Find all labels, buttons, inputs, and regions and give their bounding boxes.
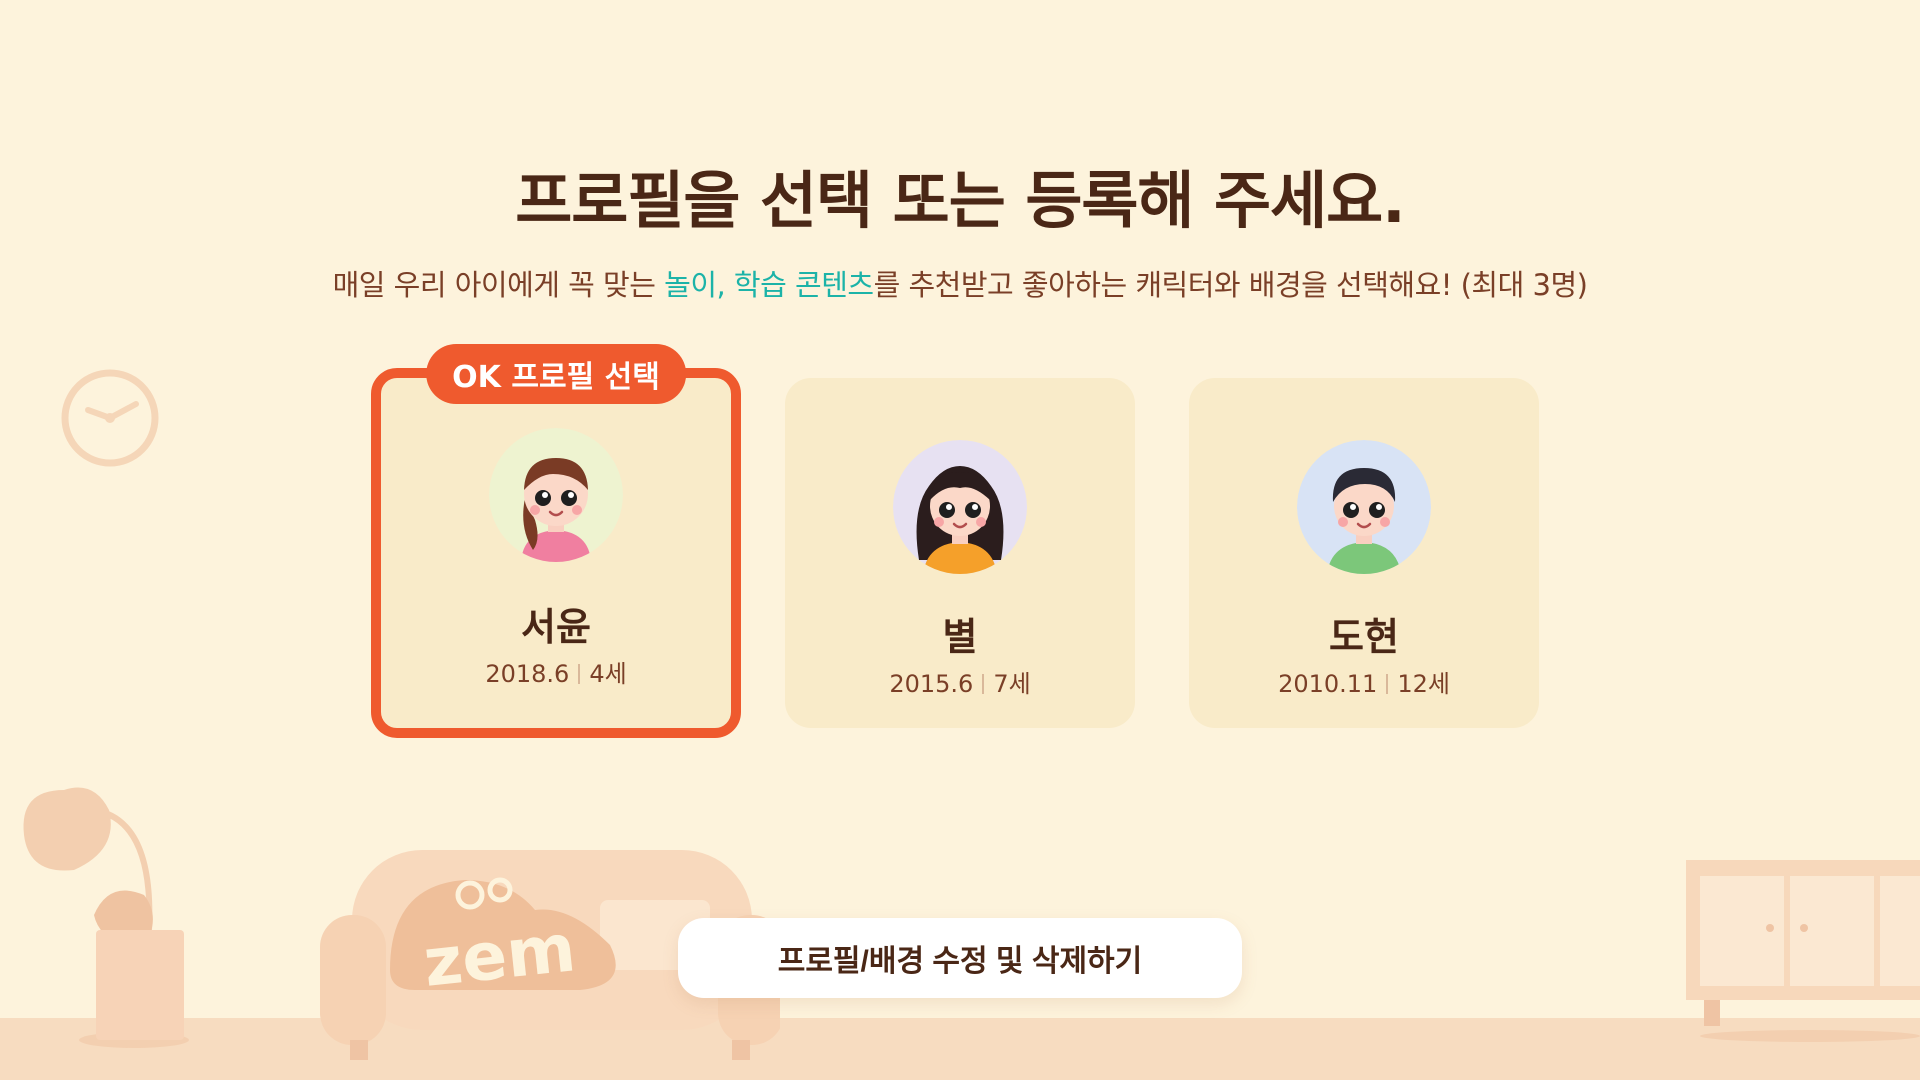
zem-logo: zem [420, 909, 579, 1001]
cabinet-icon [1686, 860, 1920, 1042]
boy-avatar-icon [1297, 440, 1431, 574]
profile-name: 서윤 [521, 605, 591, 649]
edit-profile-background-button[interactable]: 프로필/배경 수정 및 삭제하기 [678, 918, 1242, 998]
profile-name: 별 [942, 615, 978, 659]
profile-card-byeol[interactable]: 별 2015.6 7세 [785, 378, 1135, 728]
profile-birth: 2015.6 [889, 670, 974, 698]
profile-meta: 2018.6 4세 [381, 654, 731, 689]
profile-birth: 2018.6 [485, 660, 570, 688]
profile-meta: 2015.6 7세 [785, 664, 1135, 699]
girl-pigtail-avatar-icon [489, 428, 623, 562]
profile-meta: 2010.11 12세 [1189, 664, 1539, 699]
profile-age: 12세 [1397, 670, 1450, 698]
subtitle-highlight: 놀이, 학습 콘텐츠 [664, 268, 874, 302]
page-title: 프로필을 선택 또는 등록해 주세요. [515, 164, 1405, 237]
page-subtitle: 매일 우리 아이에게 꼭 맞는 놀이, 학습 콘텐츠를 추천받고 좋아하는 캐릭… [0, 262, 1920, 304]
floor [0, 1018, 1920, 1080]
profile-card-dohyeon[interactable]: 도현 2010.11 12세 [1189, 378, 1539, 728]
select-profile-badge: OK 프로필 선택 [426, 344, 686, 404]
girl-long-hair-avatar-icon [893, 440, 1027, 574]
profile-card-seoyun[interactable]: OK 프로필 선택 서윤 2018.6 4세 [371, 344, 741, 738]
divider [578, 664, 581, 684]
profile-age: 4세 [589, 660, 627, 688]
profile-birth: 2010.11 [1278, 670, 1378, 698]
subtitle-suffix: 를 추천받고 좋아하는 캐릭터와 배경을 선택해요! (최대 3명) [873, 268, 1588, 302]
plant-lamp-icon [23, 787, 189, 1048]
subtitle-prefix: 매일 우리 아이에게 꼭 맞는 [332, 268, 665, 302]
wall-clock-icon [61, 369, 159, 467]
profile-age: 7세 [993, 670, 1031, 698]
profile-name: 도현 [1329, 615, 1399, 659]
divider [982, 674, 985, 694]
divider [1386, 674, 1389, 694]
